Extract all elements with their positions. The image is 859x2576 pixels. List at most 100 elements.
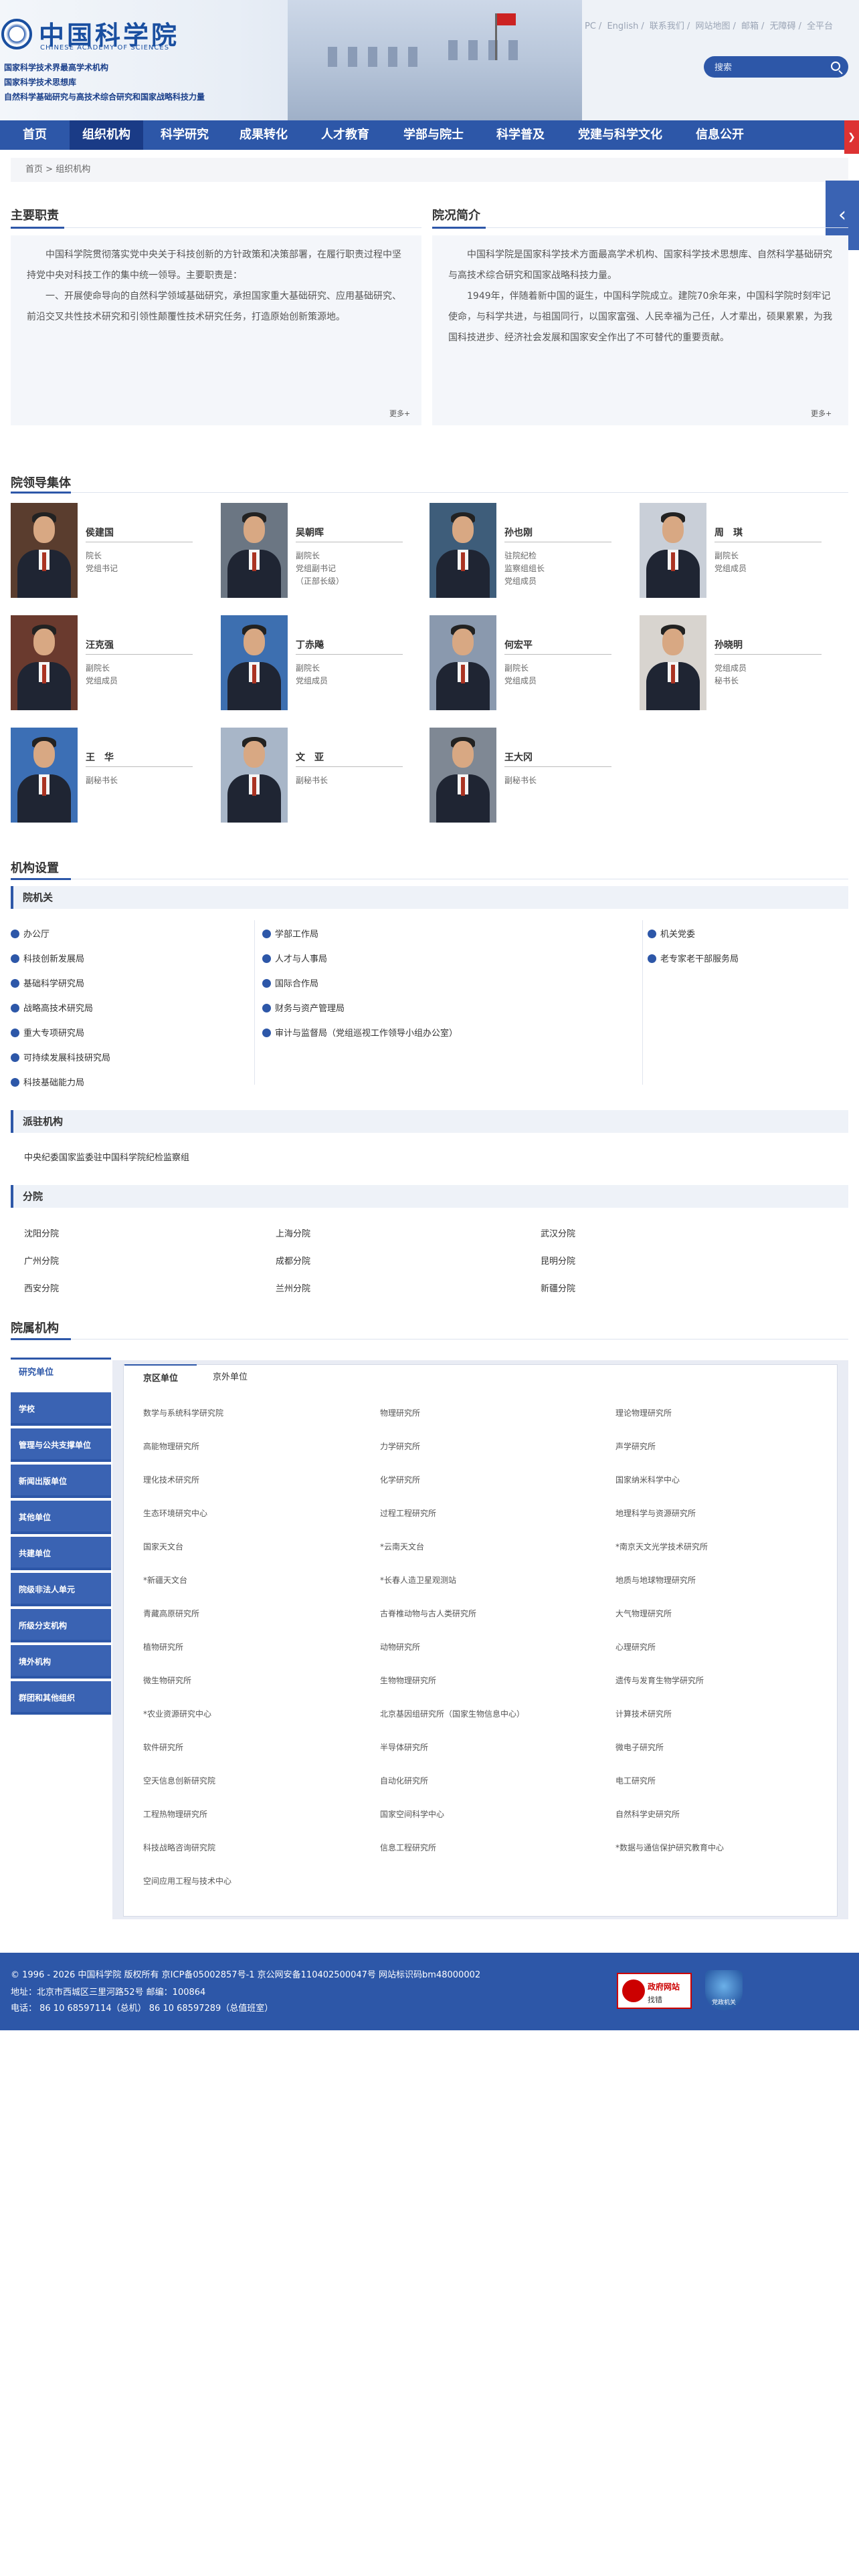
- side-tab[interactable]: 其他单位: [11, 1501, 111, 1534]
- institute-link[interactable]: 心理研究所: [615, 1641, 656, 1652]
- search-input[interactable]: [714, 60, 822, 74]
- institute-link[interactable]: 青藏高原研究所: [143, 1608, 199, 1619]
- institute-link[interactable]: 空间应用工程与技术中心: [143, 1875, 231, 1887]
- branch-item[interactable]: 昆明分院: [541, 1254, 575, 1267]
- institute-link[interactable]: 大气物理研究所: [615, 1608, 672, 1619]
- leader-photo[interactable]: [11, 728, 78, 823]
- leader-photo[interactable]: [430, 503, 496, 598]
- side-tab[interactable]: 学校: [11, 1392, 111, 1426]
- leader-name[interactable]: 吴朝晖: [296, 526, 324, 539]
- link-platform[interactable]: 全平台: [807, 21, 833, 31]
- leader-card[interactable]: 周 琪副院长 党组成员: [640, 503, 834, 598]
- leader-name[interactable]: 周 琪: [714, 526, 743, 539]
- nav-education[interactable]: 人才教育: [312, 120, 379, 150]
- side-tab[interactable]: 共建单位: [11, 1537, 111, 1570]
- side-tab[interactable]: 所级分支机构: [11, 1609, 111, 1642]
- leader-card[interactable]: 王大冈 副秘书长: [430, 728, 624, 823]
- hq-item[interactable]: 基础科学研究局: [11, 976, 84, 989]
- hq-item[interactable]: 科技基础能力局: [11, 1075, 84, 1088]
- institute-link[interactable]: *农业资源研究中心: [143, 1708, 211, 1719]
- stationed-item[interactable]: 中央纪委国家监委驻中国科学院纪检监察组: [24, 1150, 189, 1163]
- side-tab[interactable]: 新闻出版单位: [11, 1465, 111, 1498]
- cas-emblem-icon[interactable]: [1, 19, 32, 49]
- hq-item[interactable]: 财务与资产管理局: [262, 1001, 345, 1014]
- hq-item[interactable]: 国际合作局: [262, 976, 318, 989]
- gov-site-badge[interactable]: 政府网站 找错: [617, 1973, 692, 2009]
- institute-link[interactable]: *云南天文台: [380, 1541, 424, 1552]
- leader-photo[interactable]: [221, 615, 288, 710]
- nav-transfer[interactable]: 成果转化: [230, 120, 297, 150]
- institute-link[interactable]: 自动化研究所: [380, 1775, 428, 1786]
- nav-popular-science[interactable]: 科学普及: [487, 120, 554, 150]
- institute-link[interactable]: 理论物理研究所: [615, 1407, 672, 1418]
- leader-photo[interactable]: [11, 615, 78, 710]
- institute-link[interactable]: 空天信息创新研究院: [143, 1775, 215, 1786]
- institute-link[interactable]: 化学研究所: [380, 1474, 420, 1485]
- link-contact[interactable]: 联系我们: [650, 21, 684, 31]
- hq-item[interactable]: 重大专项研究局: [11, 1026, 84, 1039]
- leader-card[interactable]: 丁赤飚 副院长 党组成员: [221, 615, 415, 710]
- leader-name[interactable]: 汪克强: [86, 638, 114, 651]
- link-english[interactable]: English: [607, 21, 638, 31]
- institute-link[interactable]: 遗传与发育生物学研究所: [615, 1675, 704, 1686]
- leader-name[interactable]: 丁赤飚: [296, 638, 324, 651]
- institute-link[interactable]: 信息工程研究所: [380, 1842, 436, 1853]
- tab-beijing[interactable]: 京区单位: [124, 1364, 197, 1391]
- branch-item[interactable]: 兰州分院: [276, 1281, 310, 1294]
- institute-link[interactable]: 国家纳米科学中心: [615, 1474, 680, 1485]
- hq-item[interactable]: 战略高技术研究局: [11, 1001, 93, 1014]
- leader-name[interactable]: 王大冈: [504, 750, 533, 764]
- breadcrumb-home[interactable]: 首页: [25, 165, 43, 175]
- hq-item[interactable]: 机关党委: [648, 927, 695, 940]
- side-tab-research[interactable]: 研究单位: [11, 1358, 111, 1386]
- link-pc[interactable]: PC: [585, 21, 596, 31]
- side-tab[interactable]: 群团和其他组织: [11, 1681, 111, 1715]
- leader-card[interactable]: 汪克强 副院长 党组成员: [11, 615, 205, 710]
- hq-item[interactable]: 老专家老干部服务局: [648, 952, 739, 964]
- nav-party-culture[interactable]: 党建与科学文化: [570, 120, 670, 150]
- party-org-badge[interactable]: 党政机关: [705, 1970, 743, 2010]
- side-tab[interactable]: 境外机构: [11, 1645, 111, 1679]
- leader-name[interactable]: 孙也刚: [504, 526, 533, 539]
- institute-link[interactable]: 微电子研究所: [615, 1741, 664, 1753]
- leader-card[interactable]: 王 华副秘书长: [11, 728, 205, 823]
- institute-link[interactable]: *南京天文光学技术研究所: [615, 1541, 708, 1552]
- institute-link[interactable]: 地理科学与资源研究所: [615, 1507, 696, 1519]
- institute-link[interactable]: 国家天文台: [143, 1541, 183, 1552]
- leader-name[interactable]: 孙晓明: [714, 638, 743, 651]
- institute-link[interactable]: 生态环境研究中心: [143, 1507, 207, 1519]
- search-icon[interactable]: [831, 62, 840, 71]
- link-mail[interactable]: 邮箱: [741, 21, 759, 31]
- institute-link[interactable]: 高能物理研究所: [143, 1440, 199, 1452]
- leader-photo[interactable]: [430, 615, 496, 710]
- institute-link[interactable]: 地质与地球物理研究所: [615, 1574, 696, 1586]
- leader-card[interactable]: 孙晓明 党组成员 秘书长: [640, 615, 834, 710]
- institute-link[interactable]: 声学研究所: [615, 1440, 656, 1452]
- institute-link[interactable]: 自然科学史研究所: [615, 1808, 680, 1820]
- institute-link[interactable]: *长春人造卫星观测站: [380, 1574, 456, 1586]
- institute-link[interactable]: 北京基因组研究所（国家生物信息中心）: [380, 1708, 524, 1719]
- hq-item[interactable]: 办公厅: [11, 927, 50, 940]
- nav-home[interactable]: 首页: [9, 120, 60, 150]
- branch-item[interactable]: 广州分院: [24, 1254, 59, 1267]
- intro-more-link[interactable]: 更多+: [811, 408, 832, 419]
- institute-link[interactable]: 半导体研究所: [380, 1741, 428, 1753]
- leader-photo[interactable]: [640, 615, 706, 710]
- branch-item[interactable]: 西安分院: [24, 1281, 59, 1294]
- leader-name[interactable]: 文 亚: [296, 750, 324, 764]
- institute-link[interactable]: 微生物研究所: [143, 1675, 191, 1686]
- chevron-right-icon[interactable]: ❯: [844, 120, 859, 154]
- institute-link[interactable]: 数学与系统科学研究院: [143, 1407, 223, 1418]
- nav-info-disclosure[interactable]: 信息公开: [686, 120, 753, 150]
- nav-organization[interactable]: 组织机构: [70, 120, 143, 150]
- duties-more-link[interactable]: 更多+: [389, 408, 410, 419]
- leader-card[interactable]: 文 亚副秘书长: [221, 728, 415, 823]
- search-box[interactable]: [704, 56, 848, 78]
- institute-link[interactable]: 科技战略咨询研究院: [143, 1842, 215, 1853]
- institute-link[interactable]: *数据与通信保护研究教育中心: [615, 1842, 724, 1853]
- link-sitemap[interactable]: 网站地图: [695, 21, 730, 31]
- institute-link[interactable]: *新疆天文台: [143, 1574, 187, 1586]
- institute-link[interactable]: 力学研究所: [380, 1440, 420, 1452]
- branch-item[interactable]: 武汉分院: [541, 1226, 575, 1239]
- hq-item[interactable]: 科技创新发展局: [11, 952, 84, 964]
